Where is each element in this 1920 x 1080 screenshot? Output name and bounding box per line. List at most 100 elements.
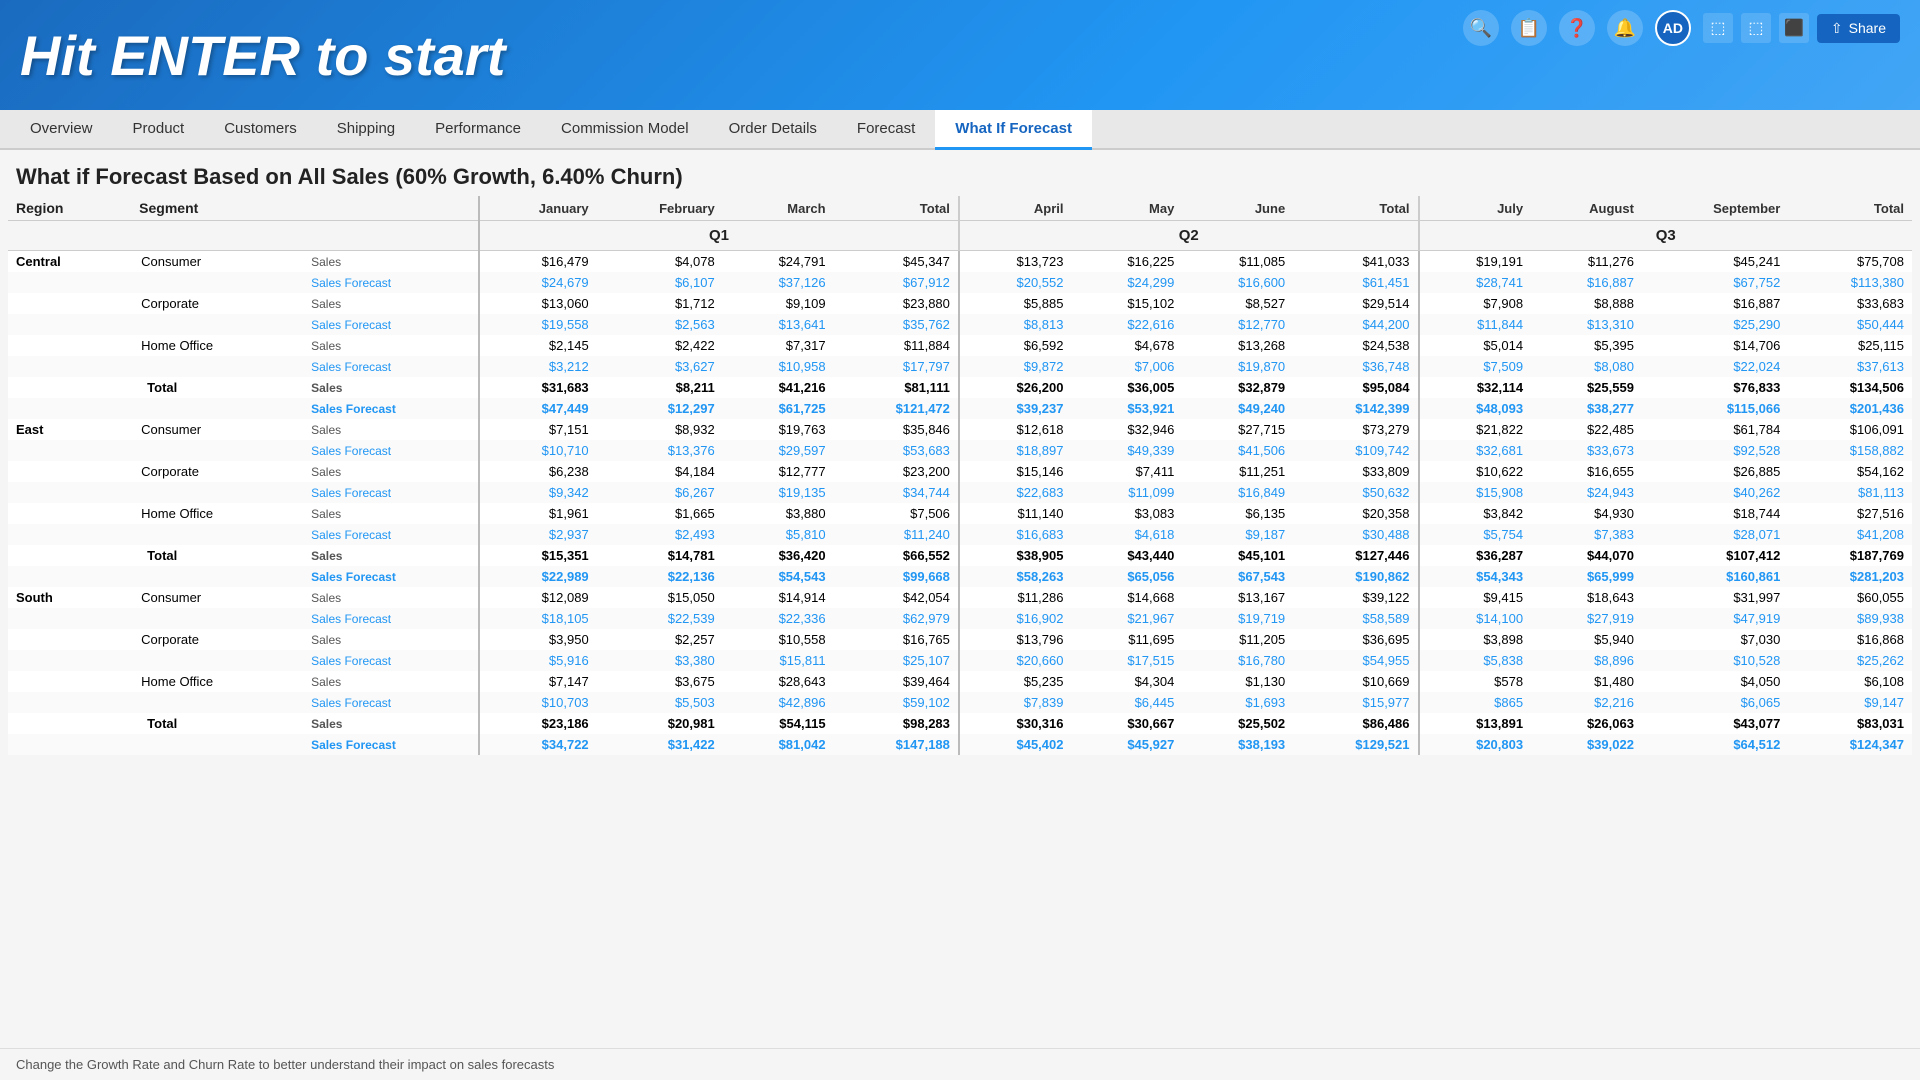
help-icon[interactable]: ❓ (1559, 10, 1595, 46)
cell-q3-2: $28,071 (1642, 524, 1788, 545)
cell-type: Sales Forecast (307, 524, 479, 545)
cell-segment: Total (131, 377, 307, 398)
cell-q2-2: $45,101 (1182, 545, 1293, 566)
cell-q2-3: $127,446 (1293, 545, 1418, 566)
cell-q2-3: $142,399 (1293, 398, 1418, 419)
table-row: CorporateSales$6,238$4,184$12,777$23,200… (8, 461, 1912, 482)
cell-type: Sales (307, 419, 479, 440)
tab-performance[interactable]: Performance (415, 110, 541, 150)
cell-q1-2: $24,791 (723, 251, 834, 273)
cell-segment (131, 524, 307, 545)
cell-q3-3: $75,708 (1788, 251, 1912, 273)
col-segment: Segment (131, 196, 307, 221)
col-q3-aug: August (1531, 196, 1642, 221)
tab-order-details[interactable]: Order Details (709, 110, 837, 150)
cell-q1-3: $98,283 (834, 713, 959, 734)
cell-region (8, 377, 131, 398)
table-row: Sales Forecast$47,449$12,297$61,725$121,… (8, 398, 1912, 419)
cell-region (8, 461, 131, 482)
cell-q2-3: $39,122 (1293, 587, 1418, 608)
table-row: Sales Forecast$22,989$22,136$54,543$99,6… (8, 566, 1912, 587)
cell-q2-2: $19,719 (1182, 608, 1293, 629)
cell-segment: Corporate (131, 293, 307, 314)
cell-q2-1: $32,946 (1071, 419, 1182, 440)
table-row: SouthConsumerSales$12,089$15,050$14,914$… (8, 587, 1912, 608)
cell-q2-2: $13,167 (1182, 587, 1293, 608)
table-row: CentralConsumerSales$16,479$4,078$24,791… (8, 251, 1912, 273)
tab-product[interactable]: Product (113, 110, 205, 150)
cell-q1-2: $42,896 (723, 692, 834, 713)
col-q2-total: Total (1293, 196, 1418, 221)
cell-q1-1: $5,503 (597, 692, 723, 713)
cell-q1-3: $62,979 (834, 608, 959, 629)
cell-segment: Consumer (131, 419, 307, 440)
cell-region (8, 713, 131, 734)
docs-icon[interactable]: 📋 (1511, 10, 1547, 46)
cell-type: Sales Forecast (307, 314, 479, 335)
table-row: Sales Forecast$19,558$2,563$13,641$35,76… (8, 314, 1912, 335)
cell-q1-0: $6,238 (479, 461, 597, 482)
cell-q2-0: $20,552 (959, 272, 1072, 293)
cell-q2-1: $4,678 (1071, 335, 1182, 356)
cell-type: Sales (307, 461, 479, 482)
cell-q3-3: $25,115 (1788, 335, 1912, 356)
cell-q2-0: $11,286 (959, 587, 1072, 608)
footer-note: Change the Growth Rate and Churn Rate to… (0, 1048, 1920, 1080)
cell-region: South (8, 587, 131, 608)
cell-q1-0: $2,937 (479, 524, 597, 545)
cell-segment: Home Office (131, 335, 307, 356)
cell-q3-3: $158,882 (1788, 440, 1912, 461)
share-button[interactable]: ⇧ Share (1817, 14, 1900, 43)
table-row: Sales Forecast$3,212$3,627$10,958$17,797… (8, 356, 1912, 377)
cell-q2-1: $7,411 (1071, 461, 1182, 482)
cell-type: Sales Forecast (307, 272, 479, 293)
table-row: Sales Forecast$9,342$6,267$19,135$34,744… (8, 482, 1912, 503)
cell-q1-0: $19,558 (479, 314, 597, 335)
cell-q3-3: $89,938 (1788, 608, 1912, 629)
cell-segment (131, 608, 307, 629)
cell-q3-3: $41,208 (1788, 524, 1912, 545)
cell-q3-2: $47,919 (1642, 608, 1788, 629)
cell-q2-3: $20,358 (1293, 503, 1418, 524)
cell-q2-0: $13,723 (959, 251, 1072, 273)
avatar[interactable]: AD (1655, 10, 1691, 46)
cell-q2-3: $58,589 (1293, 608, 1418, 629)
data-table-container[interactable]: Region Segment January February March To… (0, 196, 1920, 1032)
tab-commission-model[interactable]: Commission Model (541, 110, 709, 150)
cell-q1-3: $11,884 (834, 335, 959, 356)
cell-q2-0: $38,905 (959, 545, 1072, 566)
tab-customers[interactable]: Customers (204, 110, 317, 150)
quarter-q2-label: Q2 (959, 221, 1419, 251)
tab-forecast[interactable]: Forecast (837, 110, 935, 150)
cell-segment: Home Office (131, 671, 307, 692)
cell-q2-2: $1,130 (1182, 671, 1293, 692)
present-icon[interactable]: ⬚ (1741, 13, 1771, 43)
col-q2-apr: April (959, 196, 1072, 221)
tab-shipping[interactable]: Shipping (317, 110, 415, 150)
cell-segment (131, 566, 307, 587)
cell-q2-0: $16,902 (959, 608, 1072, 629)
cell-q2-1: $30,667 (1071, 713, 1182, 734)
cell-segment (131, 356, 307, 377)
cell-q2-3: $33,809 (1293, 461, 1418, 482)
cell-q3-0: $15,908 (1419, 482, 1532, 503)
cell-q3-0: $14,100 (1419, 608, 1532, 629)
search-icon[interactable]: 🔍 (1463, 10, 1499, 46)
cell-q3-0: $19,191 (1419, 251, 1532, 273)
cell-q3-3: $83,031 (1788, 713, 1912, 734)
embed-icon[interactable]: ⬛ (1779, 13, 1809, 43)
cell-type: Sales (307, 671, 479, 692)
cell-q3-3: $54,162 (1788, 461, 1912, 482)
cell-q3-2: $64,512 (1642, 734, 1788, 755)
cell-q2-0: $30,316 (959, 713, 1072, 734)
tab-what-if-forecast[interactable]: What If Forecast (935, 110, 1092, 150)
fullscreen-icon[interactable]: ⬚ (1703, 13, 1733, 43)
bell-icon[interactable]: 🔔 (1607, 10, 1643, 46)
cell-q1-1: $2,493 (597, 524, 723, 545)
tab-overview[interactable]: Overview (10, 110, 113, 150)
cell-region (8, 566, 131, 587)
cell-q2-2: $12,770 (1182, 314, 1293, 335)
cell-region (8, 545, 131, 566)
cell-q1-3: $35,762 (834, 314, 959, 335)
cell-q3-2: $61,784 (1642, 419, 1788, 440)
